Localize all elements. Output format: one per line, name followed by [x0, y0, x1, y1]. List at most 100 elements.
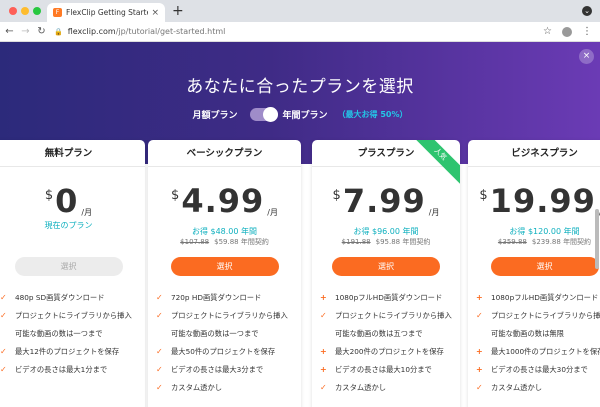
feature-item: ✓ 最大12件のプロジェクトを保存 [0, 346, 139, 364]
feature-item: 可能な動画の数は五つまで [320, 328, 454, 346]
original-price: $191.88 [341, 238, 371, 246]
back-icon[interactable]: ← [3, 26, 16, 37]
plan-price: 4.99 [181, 182, 265, 220]
feature-item: +1080pフルHD画質ダウンロード [320, 292, 454, 310]
page-title: あなたに合ったプランを選択 [186, 77, 414, 97]
yearly-plan-label[interactable]: 年間プラン [283, 108, 328, 121]
scrollbar[interactable] [594, 164, 600, 407]
feature-text: 最大200件のプロジェクトを保存 [335, 347, 444, 356]
plan-price: 19.99 [489, 182, 596, 220]
plan-price: 0 [55, 182, 79, 220]
feature-text: プロジェクトにライブラリから挿入 [15, 311, 132, 320]
url-path: /jp/tutorial/get-started.html [115, 27, 226, 36]
feature-text: 最大50件のプロジェクトを保存 [171, 347, 276, 356]
scroll-thumb[interactable] [595, 209, 599, 269]
plan-name: ビジネスプラン [468, 140, 600, 167]
feature-text: 1080pフルHD画質ダウンロード [491, 293, 599, 302]
select-plan-button[interactable]: 選択 [14, 257, 123, 276]
feature-item: + 最大1000件のプロジェクトを保存 [476, 346, 600, 364]
savings-label: 現在のプラン [44, 221, 93, 230]
tab-search-icon[interactable]: ⌄ [582, 6, 592, 16]
toggle-knob [262, 107, 278, 122]
feature-item: ✓ プロジェクトにライブラリから挿入 [320, 310, 454, 328]
feature-text: カスタム透かし [171, 383, 223, 392]
annual-price: $359.88 $239.88 年間契約 [468, 237, 600, 247]
reload-icon[interactable]: ↻ [35, 26, 48, 37]
browser-window: F FlexClip Getting Started Tutori × + ⌄ … [0, 0, 600, 407]
price-row: $ 19.99 /月 [468, 184, 600, 218]
feature-text: プロジェクトにライブラリから挿入 [171, 311, 288, 320]
feature-text: プロジェクトにライブラリから挿入 [491, 311, 600, 320]
check-icon: ✓ [320, 311, 327, 320]
price-row: $ 0 /月 [0, 184, 145, 218]
flexclip-favicon-icon: F [53, 8, 62, 17]
feature-text: 最大12件のプロジェクトを保存 [15, 347, 120, 356]
select-plan-button[interactable]: 選択 [490, 257, 599, 276]
plan-name: 無料プラン [0, 140, 145, 167]
new-tab-button[interactable]: + [172, 3, 184, 19]
feature-item: + ビデオの長さは最大30分まで [476, 364, 600, 382]
modal-close-icon[interactable]: × [579, 49, 594, 64]
check-icon: ✓ [156, 347, 163, 356]
feature-list: +1080pフルHD画質ダウンロード ✓ プロジェクトにライブラリから挿入 可能な動画… [476, 292, 600, 400]
bookmark-star-icon[interactable]: ☆ [543, 26, 552, 37]
check-icon: ✓ [156, 365, 163, 374]
feature-item: ✓ プロジェクトにライブラリから挿入 [476, 310, 600, 328]
feature-text: ビデオの長さは最大30分まで [491, 365, 588, 374]
plus-icon: + [320, 293, 327, 302]
select-plan-button[interactable]: 選択 [170, 257, 279, 276]
lock-icon: 🔒 [54, 27, 63, 36]
savings-label: お得 $120.00 年間 [509, 227, 580, 236]
price-period: /月 [267, 208, 278, 217]
maximize-window-button[interactable] [33, 7, 41, 15]
feature-text: 可能な動画の数は一つまで [171, 329, 259, 338]
feature-text: ビデオの長さは最大1分まで [15, 365, 108, 374]
plus-icon: + [320, 365, 327, 374]
address-bar-row: ← → ↻ 🔒 flexclip.com/jp/tutorial/get-sta… [0, 22, 600, 42]
profile-avatar[interactable] [562, 26, 572, 37]
price-period: /月 [428, 208, 440, 217]
plan-card-2: ベーシックプラン $ 4.99 /月 お得 $48.00 年間 $107.88 $… [148, 140, 301, 407]
check-icon: ✓ [476, 383, 483, 392]
check-icon: ✓ [0, 311, 7, 320]
browser-tab[interactable]: F FlexClip Getting Started Tutori × [47, 3, 165, 22]
tab-title: FlexClip Getting Started Tutori [66, 8, 148, 17]
check-icon: ✓ [476, 311, 483, 320]
currency-symbol: $ [332, 188, 341, 203]
plus-icon: + [476, 365, 483, 374]
feature-text: カスタム透かし [491, 383, 543, 392]
feature-list: ✓ 480p SD画質ダウンロード ✓ プロジェクトにライブラリから挿入 可能な動画の数… [0, 292, 139, 382]
feature-text: ビデオの長さは最大3分まで [171, 365, 264, 374]
check-icon: ✓ [0, 293, 7, 302]
plan-card-3: プラスプラン $ 7.99 /月 お得 $96.00 年間 $191.88 $95… [312, 140, 460, 407]
currency-symbol: $ [171, 188, 180, 203]
close-window-button[interactable] [9, 7, 17, 15]
savings-label: お得 $48.00 年間 [191, 227, 258, 236]
annual-contract-price: $95.88 年間契約 [375, 238, 431, 246]
feature-text: 可能な動画の数は無限 [491, 329, 564, 338]
browser-menu-icon[interactable]: ⋮ [582, 26, 592, 37]
feature-item: ✓ ビデオの長さは最大3分まで [156, 364, 295, 382]
select-plan-button[interactable]: 選択 [332, 257, 440, 276]
feature-text: 最大1000件のプロジェクトを保存 [491, 347, 600, 356]
tab-close-icon[interactable]: × [151, 8, 159, 18]
feature-text: 可能な動画の数は一つまで [15, 329, 103, 338]
feature-text: 720p HD画質ダウンロード [171, 293, 262, 302]
feature-text: ビデオの長さは最大10分まで [335, 365, 432, 374]
feature-item: 可能な動画の数は一つまで [0, 328, 139, 346]
minimize-window-button[interactable] [21, 7, 29, 15]
check-icon: ✓ [320, 383, 327, 392]
billing-period-toggle[interactable] [249, 107, 278, 122]
feature-item: ✓ カスタム透かし [320, 382, 454, 400]
currency-symbol: $ [479, 188, 488, 203]
discount-badge: （最大お得 50%） [337, 110, 408, 119]
url-field[interactable]: 🔒 flexclip.com/jp/tutorial/get-started.h… [54, 24, 543, 40]
pricing-modal: × あなたに合ったプランを選択 月額プラン 年間プラン （最大お得 50%） 無… [0, 42, 600, 407]
monthly-plan-label[interactable]: 月額プラン [193, 108, 238, 121]
annual-price [0, 237, 145, 245]
feature-text: カスタム透かし [335, 383, 387, 392]
annual-price: $191.88 $95.88 年間契約 [312, 237, 460, 247]
feature-list: +1080pフルHD画質ダウンロード ✓ プロジェクトにライブラリから挿入 可能な動画… [320, 292, 454, 400]
annual-contract-price: $59.88 年間契約 [214, 238, 269, 246]
forward-icon[interactable]: → [19, 26, 32, 37]
